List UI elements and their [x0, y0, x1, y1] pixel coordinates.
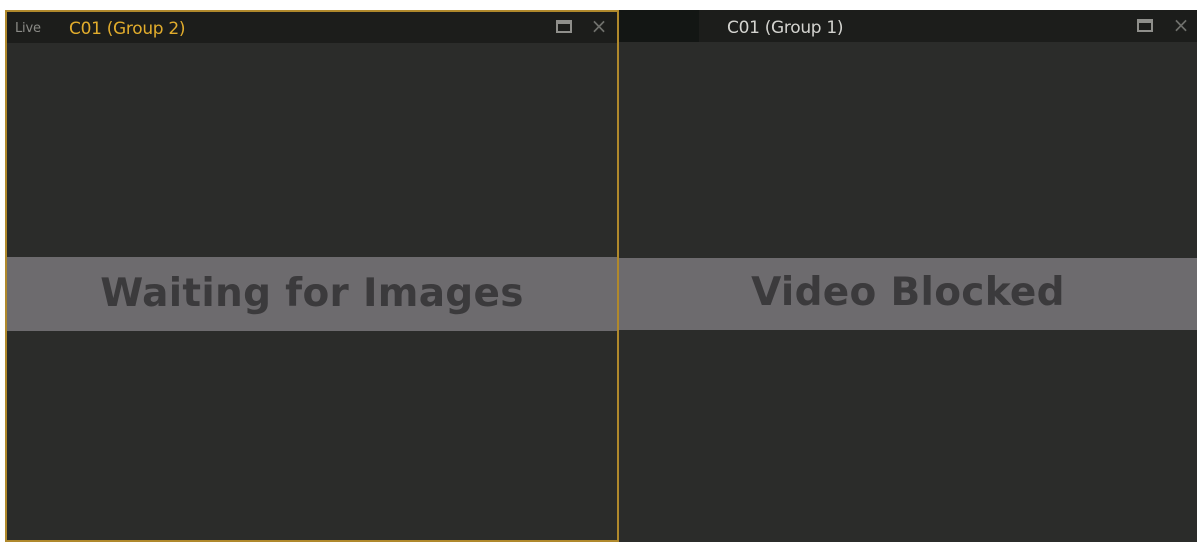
close-icon: ×: [1172, 13, 1190, 37]
maximize-icon: [1137, 19, 1153, 32]
status-message: Waiting for Images: [100, 271, 524, 316]
close-button[interactable]: ×: [1172, 13, 1190, 37]
status-message: Video Blocked: [751, 270, 1065, 315]
live-mode-label: Live: [15, 21, 41, 36]
camera-title: C01 (Group 1): [727, 18, 844, 38]
close-button[interactable]: ×: [590, 14, 608, 38]
close-icon: ×: [590, 14, 608, 38]
maximize-button[interactable]: [555, 18, 573, 36]
camera-title: C01 (Group 2): [69, 19, 186, 39]
camera-pane-group-2[interactable]: Live C01 (Group 2) × Waiting for Images: [5, 10, 619, 542]
status-overlay: Video Blocked: [619, 258, 1197, 330]
video-wall: Live C01 (Group 2) × Waiting for Images …: [0, 0, 1197, 542]
maximize-button[interactable]: [1136, 17, 1154, 35]
maximize-icon: [556, 20, 572, 33]
camera-pane-group-1[interactable]: C01 (Group 1) × Video Blocked: [619, 10, 1197, 542]
pane-titlebar[interactable]: C01 (Group 1) ×: [619, 10, 1197, 42]
status-overlay: Waiting for Images: [7, 257, 617, 331]
pane-titlebar[interactable]: Live C01 (Group 2) ×: [7, 12, 617, 43]
